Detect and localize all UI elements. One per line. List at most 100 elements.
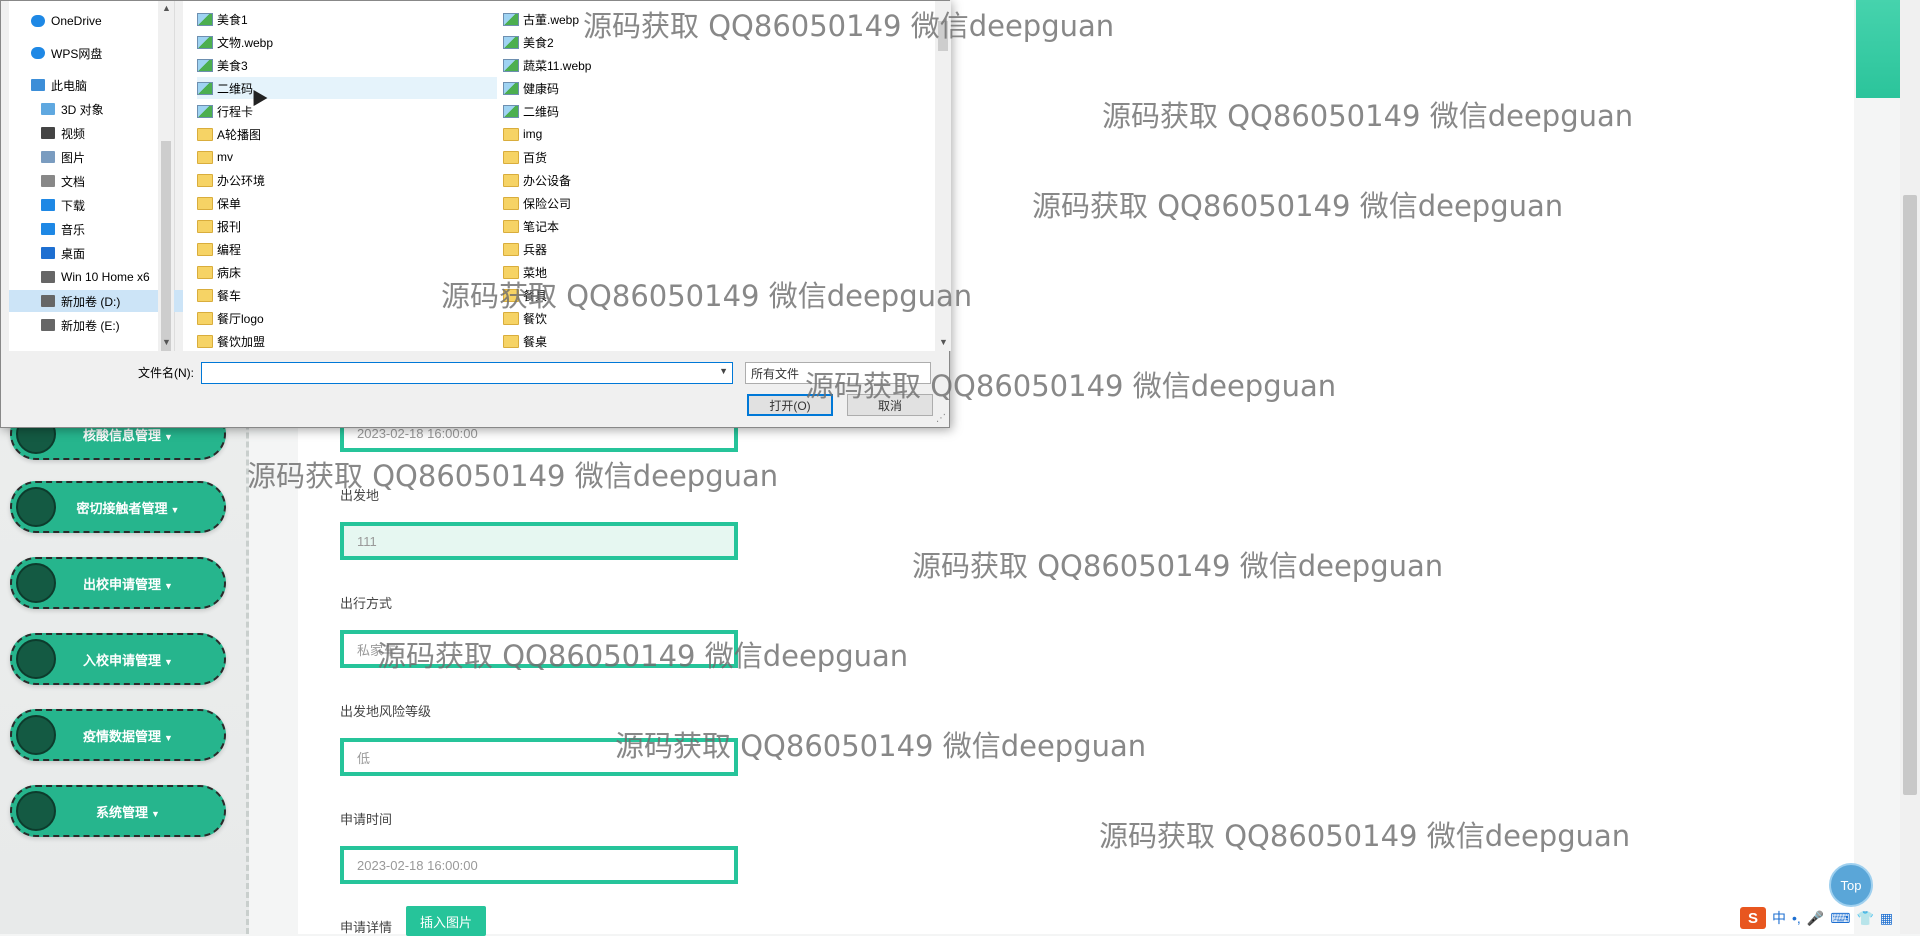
folder-icon <box>503 311 519 325</box>
document-icon <box>41 175 55 187</box>
filename-input[interactable]: ▼ <box>201 362 733 384</box>
folder-item[interactable]: 报刊 <box>197 215 497 237</box>
folder-item[interactable]: A轮播图 <box>197 123 497 145</box>
sogou-logo-icon[interactable]: S <box>1740 907 1766 929</box>
nav-scrollbar-thumb[interactable] <box>161 141 171 351</box>
travel-mode-field[interactable]: 私家车 <box>340 630 738 668</box>
folder-item[interactable]: 餐车 <box>197 284 497 306</box>
folder-item[interactable]: 餐桌 <box>503 330 803 352</box>
file-name: 蔬菜11.webp <box>523 58 592 73</box>
open-button[interactable]: 打开(O) <box>747 394 833 416</box>
page-scrollbar-thumb[interactable] <box>1903 195 1917 795</box>
folder-item[interactable]: 保单 <box>197 192 497 214</box>
folder-icon <box>503 173 519 187</box>
file-scrollbar-thumb[interactable] <box>938 21 948 51</box>
image-file-item[interactable]: 二维码 <box>197 77 497 99</box>
nav-scrollbar[interactable]: ▲ ▼ <box>158 1 174 351</box>
folder-item[interactable]: 菜地 <box>503 261 803 283</box>
folder-icon <box>503 334 519 348</box>
nav-item-label: 3D 对象 <box>61 102 104 117</box>
file-type-select[interactable]: 所有文件 <box>745 362 931 384</box>
folder-item[interactable]: 餐厅logo <box>197 307 497 329</box>
folder-item[interactable]: 笔记本 <box>503 215 803 237</box>
keyboard-icon[interactable]: ⌨ <box>1830 910 1850 927</box>
sidebar-item-system[interactable]: 系统管理 ▼ <box>10 785 226 837</box>
folder-icon <box>503 127 519 141</box>
ime-toolbar[interactable]: S 中 •, 🎤 ⌨ 👕 ▦ <box>1740 904 1893 932</box>
ime-language[interactable]: 中 <box>1772 908 1786 928</box>
file-name: 办公设备 <box>523 173 572 188</box>
avatar-dot <box>16 563 56 603</box>
image-file-icon <box>503 12 519 26</box>
risk-level-label: 出发地风险等级 <box>340 704 432 719</box>
microphone-icon[interactable]: 🎤 <box>1807 910 1824 927</box>
image-file-item[interactable]: 行程卡 <box>197 100 497 122</box>
shirt-icon[interactable]: 👕 <box>1856 910 1873 927</box>
risk-level-field[interactable]: 低 <box>340 738 738 776</box>
drive-icon <box>41 319 55 331</box>
navigation-pane: OneDrive WPS网盘 此电脑 3D 对象 视频 图片 文档 下载 音乐 桌面 Win 10 … <box>9 1 201 351</box>
folder-item[interactable]: 百货 <box>503 146 803 168</box>
folder-item[interactable]: mv <box>197 146 497 168</box>
resize-grip-icon[interactable]: ⋰ <box>936 413 946 424</box>
image-file-item[interactable]: 美食2 <box>503 31 803 53</box>
departure-field[interactable]: 111 <box>340 522 738 560</box>
folder-item[interactable]: 餐具 <box>503 284 803 306</box>
scroll-down-icon[interactable]: ▼ <box>162 337 171 347</box>
apply-time-field[interactable]: 2023-02-18 16:00:00 <box>340 846 738 884</box>
file-name: 古董.webp <box>523 12 580 27</box>
grid-icon[interactable]: ▦ <box>1880 910 1893 927</box>
music-icon <box>41 223 55 235</box>
folder-item[interactable]: 餐饮加盟 <box>197 330 497 352</box>
image-file-item[interactable]: 美食1 <box>197 8 497 30</box>
cloud-icon <box>31 47 45 59</box>
insert-image-button[interactable]: 插入图片 <box>406 906 486 936</box>
folder-item[interactable]: 兵器 <box>503 238 803 260</box>
folder-icon <box>197 288 213 302</box>
file-name: 百货 <box>523 150 548 165</box>
image-file-icon <box>503 104 519 118</box>
chevron-down-icon[interactable]: ▼ <box>719 366 728 376</box>
nav-item-label: 桌面 <box>61 246 86 261</box>
folder-item[interactable]: 办公环境 <box>197 169 497 191</box>
image-file-item[interactable]: 蔬菜11.webp <box>503 54 803 76</box>
file-name: 餐厅logo <box>217 311 264 326</box>
video-icon <box>41 127 55 139</box>
nav-item-label: 图片 <box>61 150 86 165</box>
image-file-item[interactable]: 文物.webp <box>197 31 497 53</box>
file-name: 编程 <box>217 242 242 257</box>
file-name: 文物.webp <box>217 35 274 50</box>
folder-item[interactable]: 办公设备 <box>503 169 803 191</box>
sidebar-item-enter-school[interactable]: 入校申请管理 ▼ <box>10 633 226 685</box>
image-file-item[interactable]: 二维码 <box>503 100 803 122</box>
apply-time-label: 申请时间 <box>340 812 393 827</box>
file-name: 保险公司 <box>523 196 572 211</box>
file-name: 保单 <box>217 196 242 211</box>
folder-item[interactable]: 餐饮 <box>503 307 803 329</box>
sidebar-item-label: 入校申请管理 <box>83 652 162 668</box>
header-accent <box>1856 0 1900 98</box>
image-file-icon <box>197 35 213 49</box>
folder-item[interactable]: 编程 <box>197 238 497 260</box>
folder-icon <box>197 334 213 348</box>
sidebar-item-epidemic-data[interactable]: 疫情数据管理 ▼ <box>10 709 226 761</box>
scroll-up-icon[interactable]: ▲ <box>162 3 171 13</box>
cancel-button[interactable]: 取消 <box>847 394 933 416</box>
image-file-item[interactable]: 美食3 <box>197 54 497 76</box>
folder-item[interactable]: img <box>503 123 803 145</box>
apply-time-value: 2023-02-18 16:00:00 <box>357 857 478 873</box>
scroll-down-icon[interactable]: ▼ <box>939 337 948 347</box>
folder-item[interactable]: 病床 <box>197 261 497 283</box>
folder-item[interactable]: 保险公司 <box>503 192 803 214</box>
ime-punctuation[interactable]: •, <box>1792 910 1801 926</box>
nav-item-label: WPS网盘 <box>51 46 103 61</box>
folder-icon <box>503 196 519 210</box>
back-to-top-button[interactable]: Top <box>1829 863 1873 907</box>
file-scrollbar[interactable]: ▼ <box>935 1 951 351</box>
sidebar-item-close-contact[interactable]: 密切接触者管理 ▼ <box>10 481 226 533</box>
sidebar-item-leave-school[interactable]: 出校申请管理 ▼ <box>10 557 226 609</box>
image-file-item[interactable]: 健康码 <box>503 77 803 99</box>
avatar-dot <box>16 791 56 831</box>
image-file-item[interactable]: 古董.webp <box>503 8 803 30</box>
file-name: 笔记本 <box>523 219 560 234</box>
